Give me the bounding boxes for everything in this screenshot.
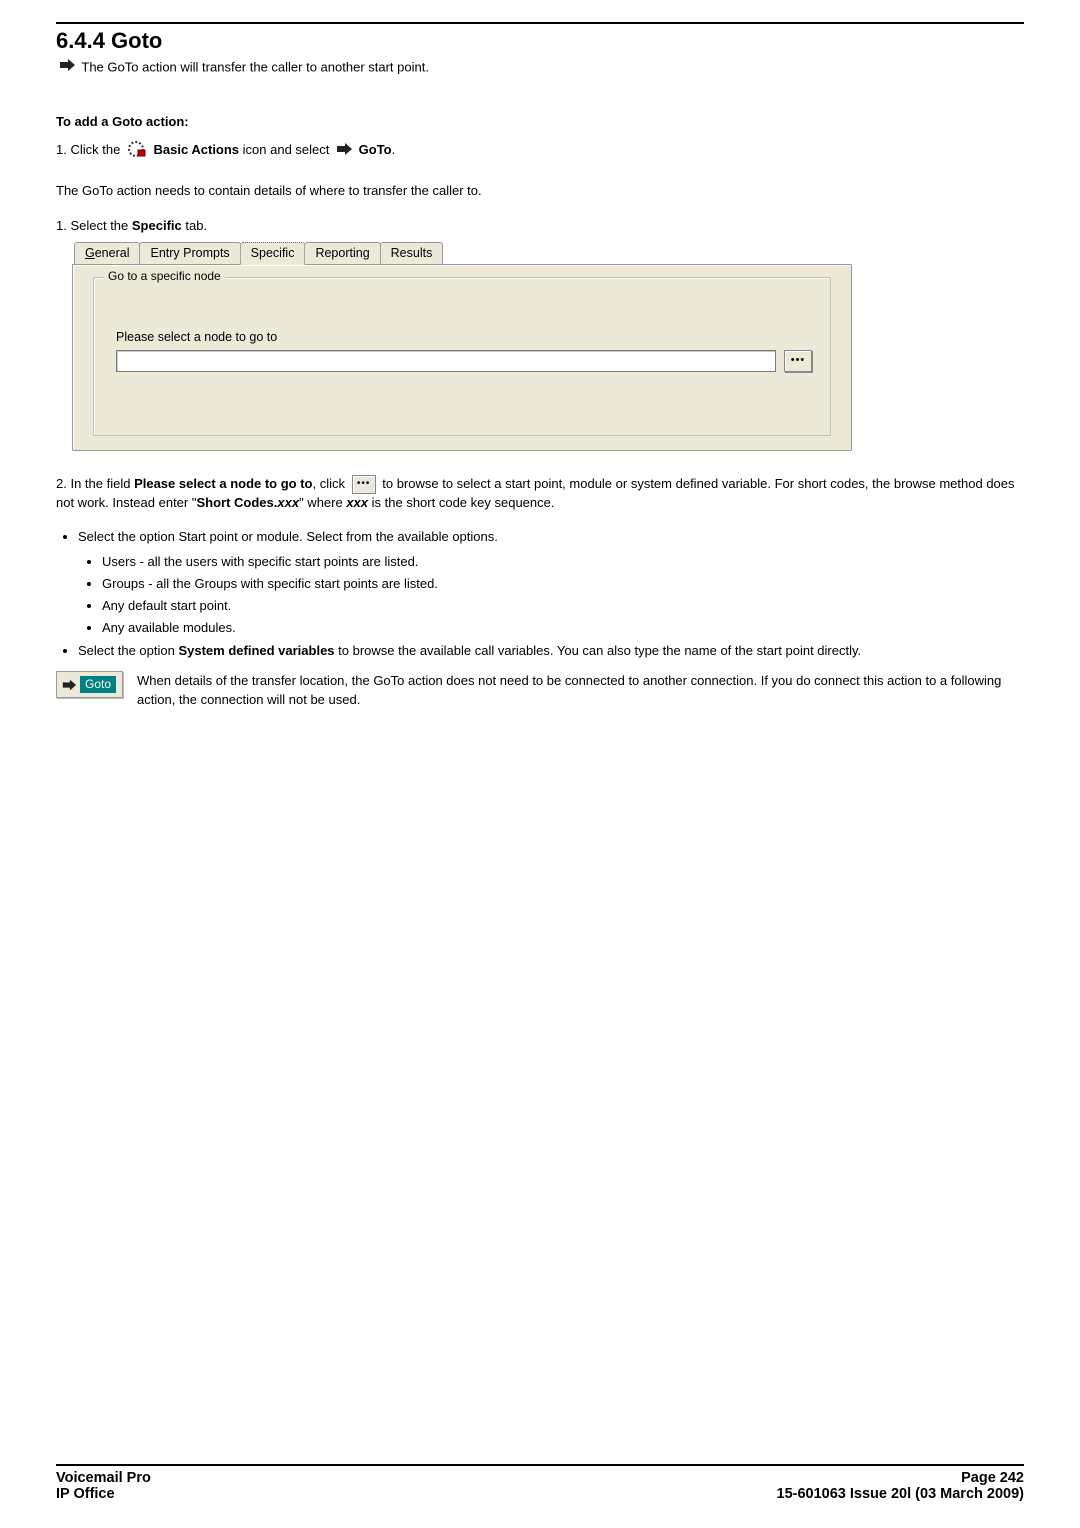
- groupbox-label: Go to a specific node: [104, 269, 225, 283]
- step2-xxx1: xxx: [277, 495, 299, 510]
- intro-text: The GoTo action will transfer the caller…: [81, 59, 429, 74]
- b2-pre: Select the option: [78, 643, 178, 658]
- step2-field: Please select a node to go to: [134, 476, 312, 491]
- browse-icon: •••: [352, 475, 376, 494]
- step2-prefix: 2. In the field: [56, 476, 134, 491]
- tab-general[interactable]: General: [74, 242, 140, 264]
- needs-details: The GoTo action needs to contain details…: [56, 182, 1024, 201]
- arrow-icon: [61, 678, 77, 692]
- step2-mid1: , click: [313, 476, 349, 491]
- tab-control: General Entry Prompts Specific Reporting…: [72, 242, 852, 451]
- goto-arrow-icon: [335, 142, 353, 159]
- tab-entry-prompts[interactable]: Entry Prompts: [139, 242, 240, 264]
- node-input[interactable]: [116, 350, 776, 372]
- tab-results[interactable]: Results: [380, 242, 444, 264]
- goto-node-label: Goto: [80, 676, 116, 693]
- step1-prefix: 1. Click the: [56, 142, 124, 157]
- tab-body: Go to a specific node Please select a no…: [72, 264, 852, 451]
- select-specific-suffix: tab.: [182, 218, 207, 233]
- step-2: 2. In the field Please select a node to …: [56, 475, 1024, 513]
- basic-actions-icon: [126, 139, 148, 162]
- options-list: Select the option Start point or module.…: [56, 528, 1024, 661]
- section-title: 6.4.4 Goto: [56, 28, 1024, 54]
- step2-mid3: " where: [299, 495, 346, 510]
- groupbox-specific-node: Go to a specific node Please select a no…: [93, 277, 831, 436]
- goto-node-icon: Goto: [56, 671, 123, 698]
- step2-suffix: is the short code key sequence.: [368, 495, 554, 510]
- step1-suffix: .: [392, 142, 396, 157]
- bullet-startpoint: Select the option Start point or module.…: [78, 528, 1024, 547]
- footer-left1: Voicemail Pro: [56, 1470, 151, 1486]
- footer-right2: 15-601063 Issue 20l (03 March 2009): [777, 1486, 1024, 1502]
- tab-reporting[interactable]: Reporting: [304, 242, 380, 264]
- step2-shortcodes: Short Codes.: [196, 495, 277, 510]
- step-1: 1. Click the Basic Actions icon and sele…: [56, 139, 1024, 162]
- arrow-icon: [58, 58, 76, 78]
- top-rule: [56, 22, 1024, 24]
- bullet-groups: Groups - all the Groups with specific st…: [102, 576, 1024, 591]
- select-specific-prefix: 1. Select the: [56, 218, 132, 233]
- goto-note-row: Goto When details of the transfer locati…: [56, 671, 1024, 710]
- bullet-sysvars: Select the option System defined variabl…: [78, 642, 1024, 661]
- step2-xxx2: xxx: [346, 495, 368, 510]
- bullet-modules: Any available modules.: [102, 620, 1024, 635]
- node-field-label: Please select a node to go to: [116, 330, 277, 344]
- footer-right1: Page 242: [961, 1470, 1024, 1486]
- intro-line: The GoTo action will transfer the caller…: [56, 58, 1024, 78]
- b2-post: to browse the available call variables. …: [335, 643, 862, 658]
- bullet-users: Users - all the users with specific star…: [102, 554, 1024, 569]
- footer-rule: [56, 1464, 1024, 1466]
- footer-left2: IP Office: [56, 1486, 115, 1502]
- step1-basic-actions: Basic Actions: [154, 142, 240, 157]
- goto-note-text: When details of the transfer location, t…: [137, 671, 1024, 710]
- b2-bold: System defined variables: [178, 643, 334, 658]
- browse-button[interactable]: •••: [784, 350, 812, 372]
- add-goto-heading: To add a Goto action:: [56, 114, 1024, 129]
- step1-mid: icon and select: [243, 142, 333, 157]
- select-specific: 1. Select the Specific tab.: [56, 217, 1024, 236]
- select-specific-bold: Specific: [132, 218, 182, 233]
- page-footer: Voicemail Pro Page 242 IP Office 15-6010…: [56, 1464, 1024, 1502]
- tab-specific[interactable]: Specific: [240, 242, 306, 265]
- tab-strip: General Entry Prompts Specific Reporting…: [72, 242, 852, 264]
- step1-goto: GoTo: [359, 142, 392, 157]
- bullet-default: Any default start point.: [102, 598, 1024, 613]
